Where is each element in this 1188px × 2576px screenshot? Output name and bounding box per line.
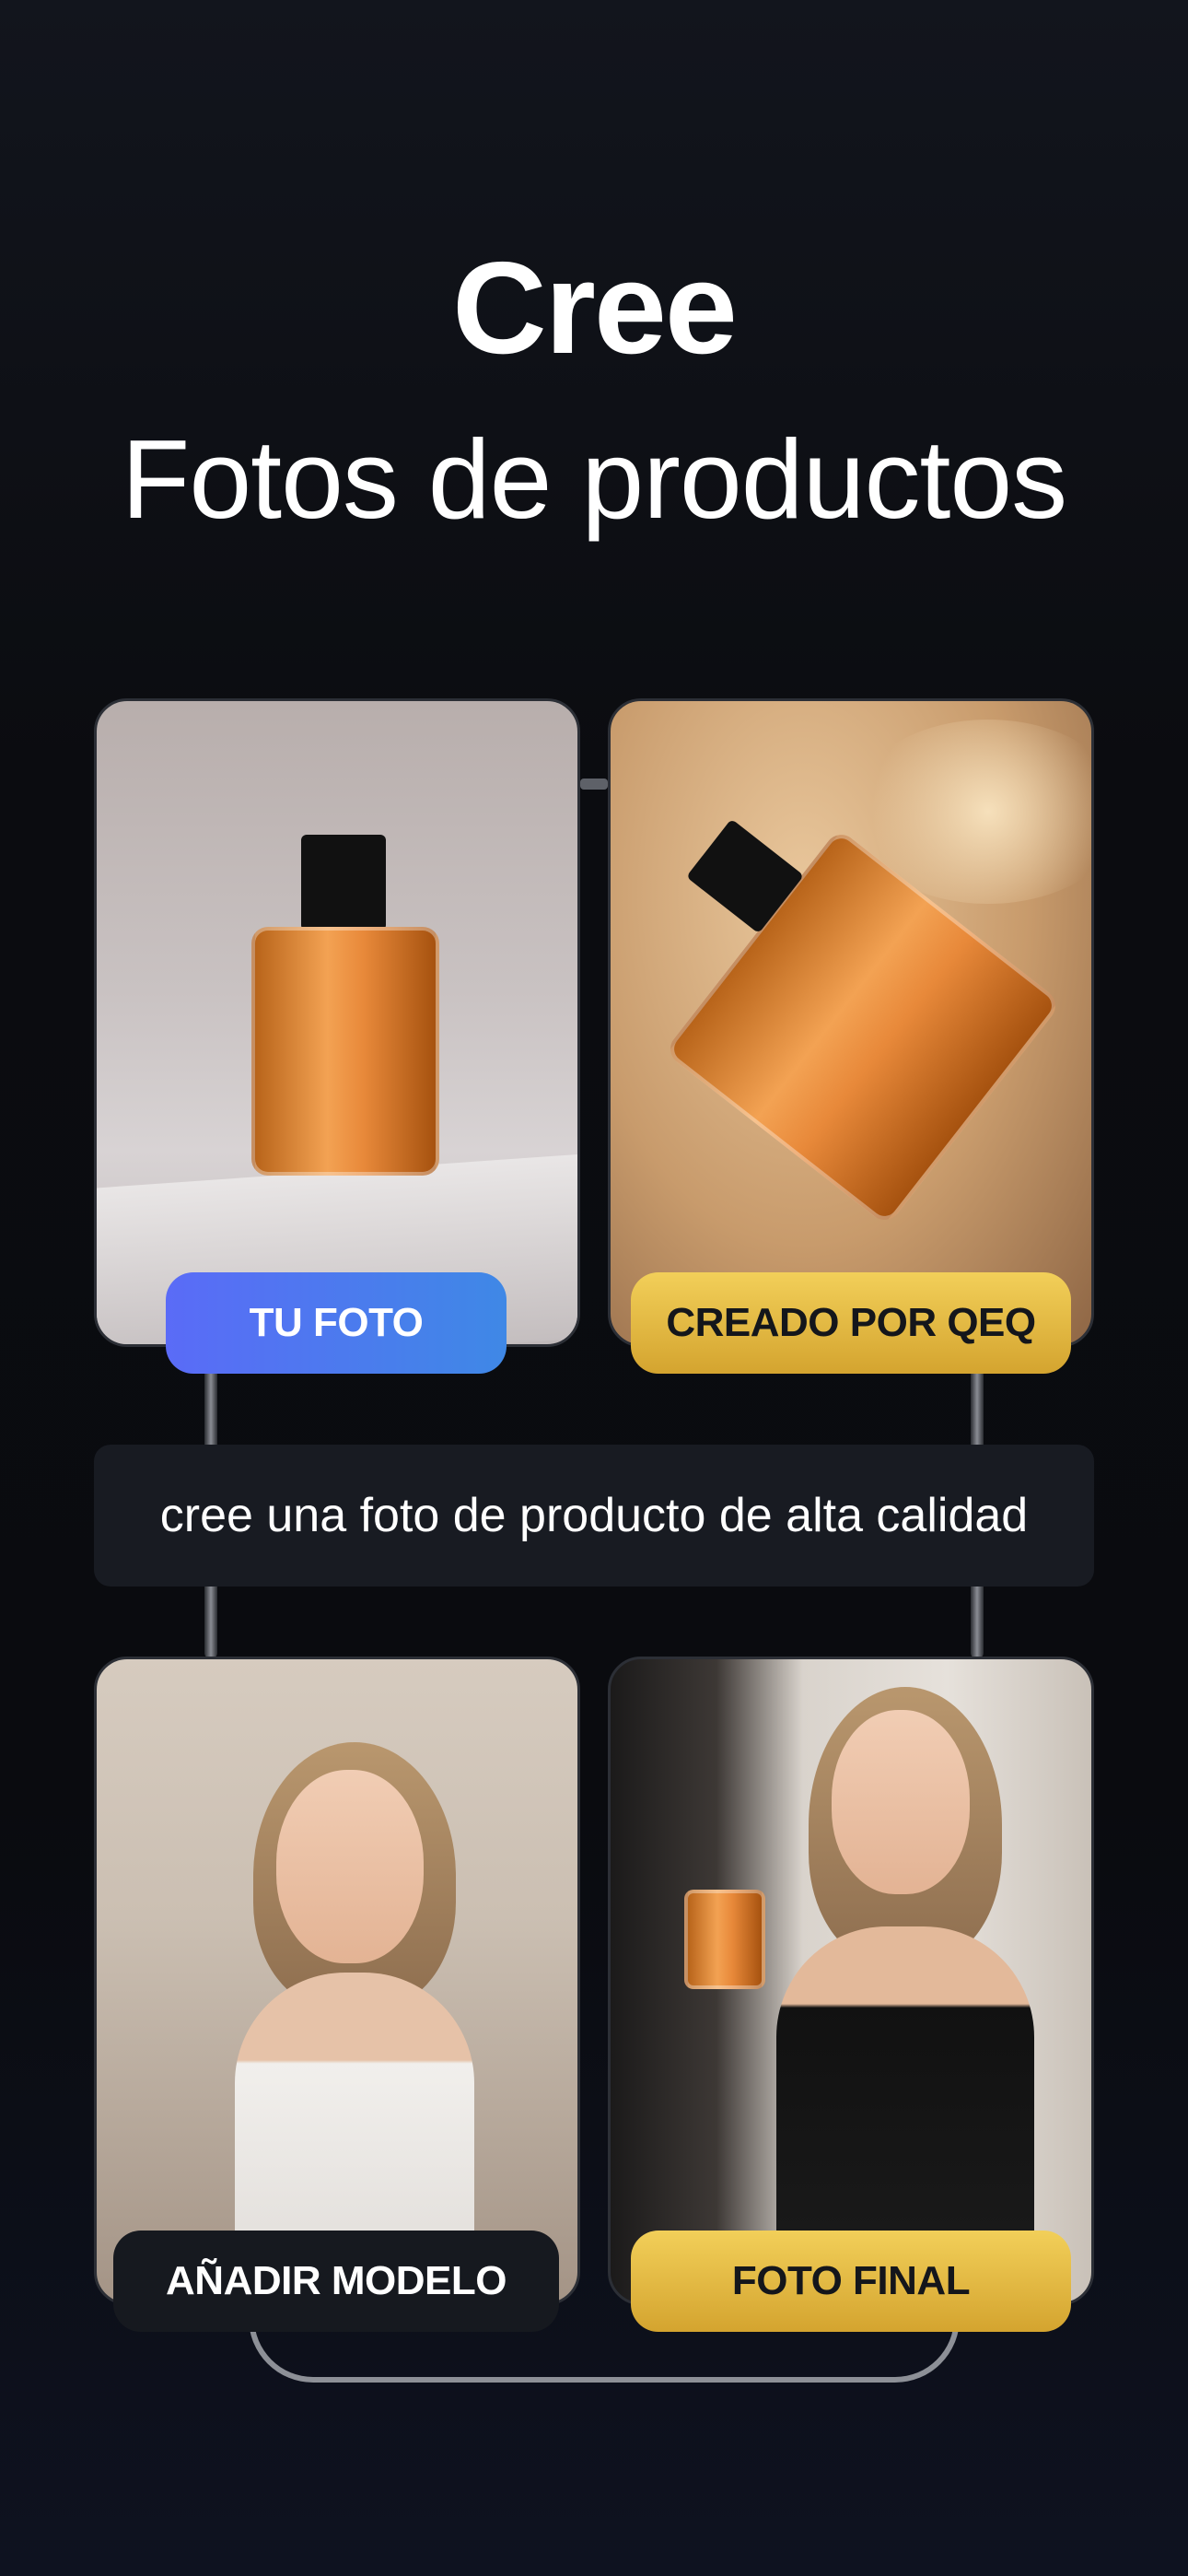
your-photo-card [94, 698, 580, 1347]
final-photo-badge: FOTO FINAL [631, 2231, 1071, 2332]
perfume-bottle [251, 927, 439, 1176]
your-photo-badge: TU FOTO [166, 1272, 507, 1374]
final-perfume-bottle [684, 1890, 765, 1989]
headline-title: Cree [452, 235, 738, 381]
final-photo-card [608, 1657, 1094, 2305]
headline-subtitle: Fotos de productos [121, 416, 1067, 542]
created-badge: CREADO POR QEQ [631, 1272, 1071, 1374]
model-photo-card [94, 1657, 580, 2305]
add-model-badge: AÑADIR MODELO [113, 2231, 559, 2332]
generated-photo-card [608, 698, 1094, 1347]
model-face [276, 1770, 424, 1963]
final-model-face [832, 1710, 970, 1894]
bottle-cap [301, 835, 386, 931]
phone-frame-top [580, 779, 608, 790]
prompt-text-box: cree una foto de producto de alta calida… [94, 1445, 1094, 1587]
